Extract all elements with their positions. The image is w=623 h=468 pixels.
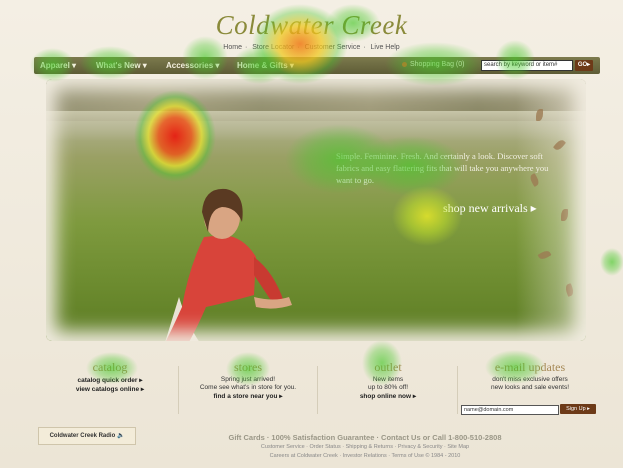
link-label: shop online now	[359, 393, 412, 400]
footer-links[interactable]: Customer Service · Order Status · Shippi…	[140, 444, 590, 450]
utility-nav: Home · Store Locator · Customer Service · L…	[223, 44, 400, 51]
signup-label: Sign Up	[566, 406, 586, 412]
column-divider	[457, 366, 458, 414]
utility-link-customer-service[interactable]: Customer Service	[305, 44, 361, 51]
utility-link-live-help[interactable]: Live Help	[371, 44, 400, 51]
heat-spot	[600, 248, 623, 276]
nav-item-home-gifts[interactable]: Home & Gifts ▾	[237, 61, 294, 70]
stores-column: stores Spring just arrived! Come see wha…	[178, 360, 318, 401]
link-label: catalog quick order	[77, 377, 138, 384]
catalog-column: catalog catalog quick order ▸ view catal…	[40, 360, 180, 394]
email-signup-button[interactable]: Sign Up ▸	[560, 404, 596, 414]
utility-link-home[interactable]: Home	[223, 44, 242, 51]
search-go-button[interactable]: GO▸	[575, 60, 593, 71]
hero-frame-edge	[46, 79, 586, 341]
nav-item-apparel[interactable]: Apparel ▾	[40, 61, 76, 70]
email-text-2: new looks and sale events!	[490, 384, 570, 391]
footer-main-links[interactable]: Gift Cards · 100% Satisfaction Guarantee…	[140, 433, 590, 442]
find-store-link[interactable]: find a store near you ▸	[178, 392, 318, 401]
brand-logo[interactable]: Coldwater Creek	[0, 10, 623, 41]
promo-columns: catalog catalog quick order ▸ view catal…	[40, 360, 600, 422]
hero-banner[interactable]: Simple. Feminine. Fresh. And certainly a…	[46, 79, 586, 341]
nav-item-label: Home & Gifts	[237, 61, 288, 70]
page: Coldwater Creek Home · Store Locator · Cus…	[0, 0, 623, 468]
search-input[interactable]: search by keyword or item#	[481, 60, 573, 71]
speaker-icon: 🔈	[116, 433, 125, 439]
main-nav: Apparel ▾ What's New ▾ Accessories ▾ Hom…	[34, 57, 600, 74]
nav-item-label: What's New	[96, 61, 141, 70]
stores-text-2: Come see what's in store for you.	[199, 384, 297, 391]
utility-link-store-locator[interactable]: Store Locator	[252, 44, 294, 51]
nav-item-label: Apparel	[40, 61, 70, 70]
email-column: e-mail updates don't miss exclusive offe…	[460, 360, 600, 392]
go-label: GO	[577, 62, 588, 68]
email-text-1: don't miss exclusive offers	[492, 376, 568, 383]
outlet-text-2: up to 80% off!	[368, 384, 408, 391]
email-input[interactable]: name@domain.com	[461, 405, 559, 415]
radio-label: Coldwater Creek Radio	[49, 433, 116, 439]
nav-item-whats-new[interactable]: What's New ▾	[96, 61, 147, 70]
shopping-bag-link[interactable]: Shopping Bag (0)	[402, 61, 464, 68]
link-label: view catalogs online	[75, 386, 140, 393]
link-label: find a store near you	[213, 393, 278, 400]
footer-legal[interactable]: Careers at Coldwater Creek · Investor Re…	[140, 453, 590, 459]
stores-text-1: Spring just arrived!	[220, 376, 276, 383]
email-heading: e-mail updates	[494, 360, 566, 374]
outlet-text-1: New items	[372, 376, 404, 383]
catalog-quick-order-link[interactable]: catalog quick order ▸	[40, 376, 180, 385]
catalog-heading: catalog	[92, 360, 128, 374]
nav-item-accessories[interactable]: Accessories ▾	[166, 61, 219, 70]
stores-heading: stores	[234, 360, 262, 374]
nav-item-label: Accessories	[166, 61, 214, 70]
radio-button[interactable]: Coldwater Creek Radio 🔈	[38, 427, 136, 445]
outlet-column: outlet New items up to 80% off! shop onl…	[318, 360, 458, 401]
outlet-heading: outlet	[374, 360, 402, 374]
view-catalogs-online-link[interactable]: view catalogs online ▸	[40, 385, 180, 394]
shop-online-now-link[interactable]: shop online now ▸	[318, 392, 458, 401]
